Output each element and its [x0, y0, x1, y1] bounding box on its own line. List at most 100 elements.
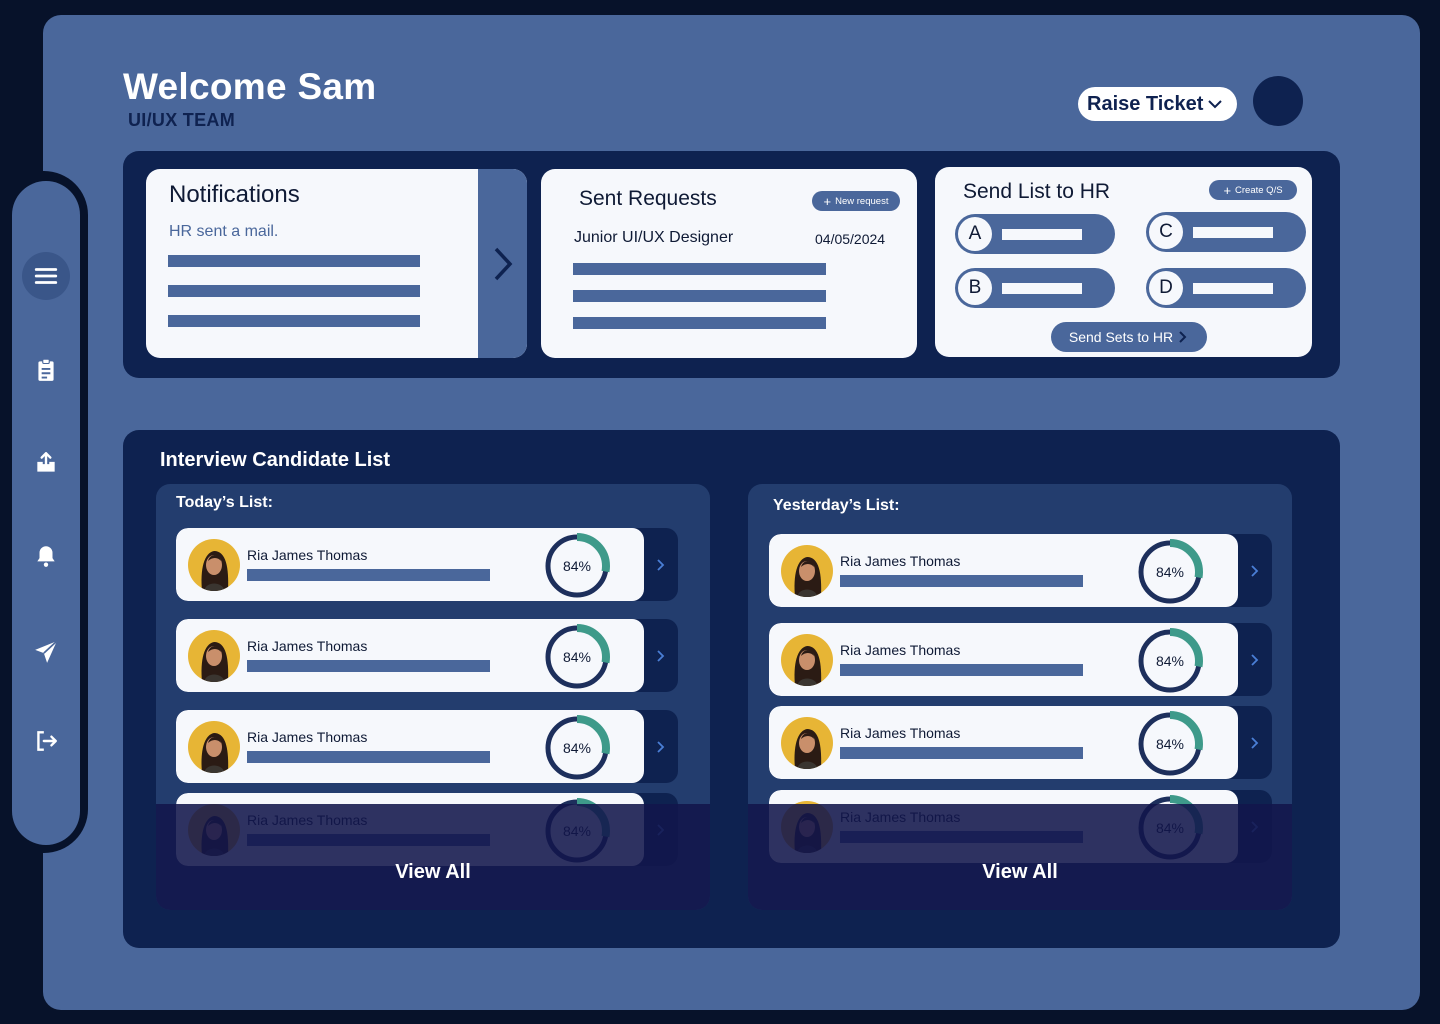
- candidate-row[interactable]: Ria James Thomas 84%: [176, 619, 678, 692]
- upload-icon: [37, 452, 55, 472]
- chevron-right-icon: [1251, 736, 1259, 749]
- set-line: [1002, 283, 1082, 294]
- chevron-down-icon: [1208, 100, 1223, 109]
- nav-notifications[interactable]: [22, 532, 70, 580]
- request-line: [573, 263, 826, 275]
- nav-upload[interactable]: [22, 439, 70, 487]
- candidate-avatar: [781, 545, 833, 597]
- candidate-row[interactable]: Ria James Thomas 84%: [176, 528, 678, 601]
- chevron-right-icon: [1251, 653, 1259, 666]
- candidate-detail-line: [840, 575, 1083, 587]
- set-d[interactable]: D: [1146, 268, 1306, 308]
- raise-ticket-dropdown[interactable]: Raise Ticket: [1078, 87, 1237, 121]
- candidate-score: 84%: [1155, 653, 1185, 669]
- notification-line: [168, 255, 420, 267]
- chevron-right-icon: [1179, 331, 1187, 343]
- set-letter: A: [958, 217, 992, 251]
- notifications-next-button[interactable]: [478, 169, 527, 358]
- yesterday-list-overlay: View All: [748, 804, 1292, 910]
- candidate-open-button[interactable]: [1238, 534, 1272, 607]
- welcome-title: Welcome Sam: [123, 66, 377, 107]
- today-list-label: Today’s List:: [176, 494, 273, 511]
- request-line: [573, 290, 826, 302]
- candidate-name: Ria James Thomas: [247, 729, 368, 745]
- raise-ticket-label: Raise Ticket: [1087, 92, 1204, 115]
- today-list: Today’s List: Ria James Thomas 84% Ria Jam…: [156, 484, 710, 910]
- candidate-card: Ria James Thomas 84%: [176, 619, 644, 692]
- candidate-detail-line: [840, 664, 1083, 676]
- nav-logout[interactable]: [22, 717, 70, 765]
- team-subtitle: UI/UX TEAM: [128, 110, 236, 130]
- candidate-open-button[interactable]: [644, 710, 678, 783]
- set-a[interactable]: A: [955, 214, 1115, 254]
- new-request-button[interactable]: + New request: [812, 191, 900, 211]
- nav-tasks[interactable]: [22, 346, 70, 394]
- candidate-detail-line: [840, 747, 1083, 759]
- candidate-row[interactable]: Ria James Thomas 84%: [176, 710, 678, 783]
- candidate-avatar: [781, 717, 833, 769]
- candidate-score: 84%: [1155, 736, 1185, 752]
- send-list-title: Send List to HR: [963, 180, 1111, 203]
- candidate-score: 84%: [562, 558, 592, 574]
- candidate-detail-line: [247, 660, 490, 672]
- notifications-title: Notifications: [169, 181, 300, 208]
- candidate-name: Ria James Thomas: [247, 638, 368, 654]
- send-sets-label: Send Sets to HR: [1068, 329, 1174, 345]
- new-request-label: New request: [835, 195, 889, 207]
- candidate-open-button[interactable]: [644, 528, 678, 601]
- view-all-today-button[interactable]: View All: [395, 861, 471, 884]
- candidate-card: Ria James Thomas 84%: [769, 706, 1238, 779]
- chevron-right-icon: [1251, 564, 1259, 577]
- yesterday-list: Yesterday’s List: Ria James Thomas 84% Ria…: [748, 484, 1292, 910]
- chevron-right-icon: [657, 558, 665, 571]
- send-list-card: Send List to HR + Create Q/S A C B D Sen…: [935, 167, 1312, 357]
- create-qs-label: Create Q/S: [1235, 184, 1283, 196]
- candidate-card: Ria James Thomas 84%: [176, 710, 644, 783]
- set-letter: B: [958, 271, 992, 305]
- candidate-name: Ria James Thomas: [840, 725, 961, 741]
- candidate-score: 84%: [562, 649, 592, 665]
- set-line: [1002, 229, 1082, 240]
- candidate-open-button[interactable]: [644, 619, 678, 692]
- send-icon: [35, 640, 58, 663]
- nav-menu[interactable]: [22, 252, 70, 300]
- candidate-name: Ria James Thomas: [247, 547, 368, 563]
- notification-line: [168, 315, 420, 327]
- menu-icon: [34, 268, 58, 284]
- candidate-list-title: Interview Candidate List: [160, 449, 391, 471]
- nav-send[interactable]: [22, 628, 70, 676]
- chevron-right-icon: [494, 247, 512, 280]
- set-line: [1193, 227, 1273, 238]
- notifications-card: Notifications HR sent a mail.: [146, 169, 527, 358]
- set-line: [1193, 283, 1273, 294]
- candidate-row[interactable]: Ria James Thomas 84%: [769, 534, 1272, 607]
- set-letter: D: [1149, 271, 1183, 305]
- notification-message: HR sent a mail.: [169, 223, 279, 240]
- candidate-score: 84%: [562, 740, 592, 756]
- user-avatar[interactable]: [1253, 76, 1303, 126]
- candidate-detail-line: [247, 569, 490, 581]
- candidate-row[interactable]: Ria James Thomas 84%: [769, 706, 1272, 779]
- candidate-name: Ria James Thomas: [840, 553, 961, 569]
- request-role: Junior UI/UX Designer: [574, 229, 734, 246]
- set-letter: C: [1149, 215, 1183, 249]
- view-all-yesterday-button[interactable]: View All: [982, 861, 1058, 884]
- candidate-avatar: [188, 539, 240, 591]
- candidate-row[interactable]: Ria James Thomas 84%: [769, 623, 1272, 696]
- today-list-overlay: View All: [156, 804, 710, 910]
- create-qs-button[interactable]: + Create Q/S: [1209, 180, 1297, 200]
- candidate-card: Ria James Thomas 84%: [769, 534, 1238, 607]
- logout-icon: [37, 731, 57, 751]
- plus-icon: +: [1223, 182, 1232, 198]
- send-sets-button[interactable]: Send Sets to HR: [1051, 322, 1207, 352]
- set-b[interactable]: B: [955, 268, 1115, 308]
- clipboard-icon: [38, 358, 54, 381]
- set-c[interactable]: C: [1146, 212, 1306, 252]
- candidate-score: 84%: [1155, 564, 1185, 580]
- plus-icon: +: [823, 193, 832, 209]
- sent-requests-title: Sent Requests: [579, 187, 717, 210]
- candidate-open-button[interactable]: [1238, 623, 1272, 696]
- notification-line: [168, 285, 420, 297]
- candidate-open-button[interactable]: [1238, 706, 1272, 779]
- candidate-name: Ria James Thomas: [840, 642, 961, 658]
